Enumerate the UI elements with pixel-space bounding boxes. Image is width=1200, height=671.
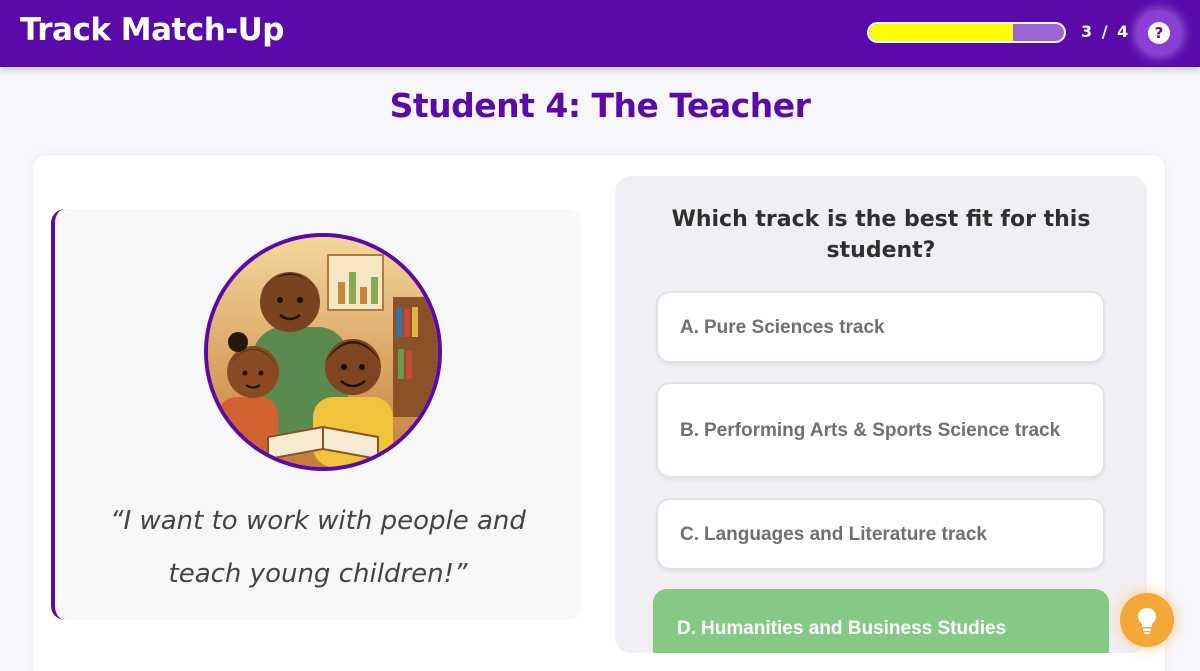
option-a[interactable]: A. Pure Sciences track xyxy=(656,291,1105,363)
help-button[interactable]: ? xyxy=(1137,11,1181,55)
page-title: Student 4: The Teacher xyxy=(389,86,811,125)
student-avatar xyxy=(204,233,442,471)
option-label: Performing Arts & Sports Science track xyxy=(704,419,1061,441)
option-d[interactable]: D. Humanities and Business Studies xyxy=(653,589,1109,653)
option-label: Languages and Literature track xyxy=(704,523,987,545)
option-label: Pure Sciences track xyxy=(704,316,885,338)
option-label: Humanities and Business Studies xyxy=(701,618,1007,639)
app-title: Track Match-Up xyxy=(20,12,285,48)
question-panel: Which track is the best fit for this stu… xyxy=(615,176,1147,653)
option-letter: C. xyxy=(680,523,699,545)
option-b[interactable]: B. Performing Arts & Sports Science track xyxy=(656,382,1105,478)
teacher-with-children-illustration xyxy=(208,237,438,467)
student-panel: “I want to work with people and teach yo… xyxy=(51,209,581,620)
hint-button[interactable] xyxy=(1120,593,1174,647)
option-letter: B. xyxy=(680,419,699,441)
question-mark-icon: ? xyxy=(1148,22,1170,44)
app-header: Track Match-Up 3 / 4 ? xyxy=(0,0,1200,67)
progress-fill xyxy=(869,24,1014,41)
progress-bar xyxy=(867,22,1066,43)
student-quote: “I want to work with people and teach yo… xyxy=(110,506,526,589)
option-letter: A. xyxy=(680,316,699,338)
lightbulb-icon xyxy=(1138,608,1156,634)
option-c[interactable]: C. Languages and Literature track xyxy=(656,498,1105,570)
question-text: Which track is the best fit for this stu… xyxy=(671,207,1091,263)
option-letter: D. xyxy=(677,618,696,639)
progress-count: 3 / 4 xyxy=(1081,22,1131,41)
